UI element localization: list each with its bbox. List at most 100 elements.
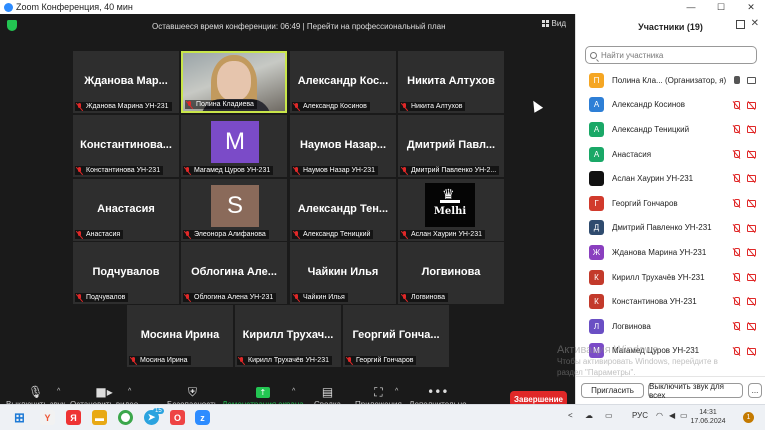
tray-chevron-icon[interactable]: <	[568, 411, 573, 420]
participant-video-tile[interactable]: Александр Кос... Александр Косинов	[290, 51, 396, 113]
participant-video-tile[interactable]: Жданова Мар... Жданова Марина УН-231	[73, 51, 179, 113]
video-off-icon[interactable]	[747, 224, 756, 232]
muted-mic-icon[interactable]	[733, 272, 740, 282]
participant-tile-name: Александр Тен...	[297, 203, 389, 215]
video-off-icon[interactable]	[747, 249, 756, 257]
participant-avatar: Д	[589, 220, 604, 236]
participant-list-item[interactable]: А Александр Теницкий	[576, 117, 765, 142]
system-clock[interactable]: 14:31 17.06.2024	[690, 408, 726, 426]
participant-tile-name: Наумов Назар...	[299, 139, 387, 151]
popout-icon[interactable]	[736, 20, 745, 29]
participant-list-item[interactable]: К Кирилл Трухачёв УН-231	[576, 265, 765, 290]
mute-all-button[interactable]: Выключить звук для всех	[648, 382, 743, 400]
muted-mic-icon[interactable]	[733, 346, 740, 356]
notification-count-badge[interactable]: 1	[743, 412, 754, 423]
participant-list-item[interactable]: Л Логвинова	[576, 314, 765, 339]
muted-mic-icon	[238, 356, 245, 365]
participant-video-tile[interactable]: Полина Кладиева	[181, 51, 287, 113]
participant-video-tile[interactable]: Анастасия Анастасия	[73, 179, 179, 241]
participant-tile-label: Аслан Хаурин УН-231	[400, 230, 485, 239]
wifi-icon[interactable]: ◠	[656, 411, 663, 420]
participant-video-tile[interactable]: S Элеонора Алифанова	[181, 179, 287, 241]
view-label: Вид	[551, 19, 566, 28]
muted-mic-icon[interactable]	[733, 297, 740, 306]
panel-close-icon[interactable]: ✕	[751, 18, 759, 29]
zoom-taskbar-icon[interactable]: z	[195, 410, 210, 425]
onedrive-icon[interactable]: ☁	[585, 411, 593, 420]
muted-mic-icon[interactable]	[733, 125, 740, 134]
participant-list-item[interactable]: Аслан Хаурин УН-231	[576, 166, 765, 191]
muted-mic-icon[interactable]	[733, 100, 740, 110]
muted-mic-icon[interactable]	[733, 149, 740, 159]
yandex-browser-icon[interactable]: Y	[40, 410, 55, 425]
muted-mic-icon[interactable]	[733, 321, 740, 331]
video-off-icon[interactable]	[747, 101, 756, 109]
participant-video-tile[interactable]: Мосина Ирина Мосина Ирина	[127, 305, 233, 367]
participant-list-item[interactable]: Ж Жданова Марина УН-231	[576, 240, 765, 265]
muted-mic-icon[interactable]	[733, 198, 740, 208]
invite-button[interactable]: Пригласить	[581, 383, 644, 398]
participant-video-tile[interactable]: Александр Тен... Александр Теницкий	[290, 179, 396, 241]
participant-name: Георгий Гончаров	[612, 198, 678, 208]
muted-mic-icon	[186, 100, 193, 109]
share-options-chevron-icon[interactable]: ^	[292, 388, 295, 395]
video-camera-icon[interactable]	[747, 77, 756, 84]
keyboard-language[interactable]: РУС	[632, 411, 648, 420]
close-button[interactable]: ✕	[736, 0, 765, 14]
participant-list-item[interactable]: К Константинова УН-231	[576, 289, 765, 314]
audio-options-chevron-icon[interactable]: ^	[57, 388, 60, 395]
participant-video-tile[interactable]: Георгий Гонча... Георгий Гончаров	[343, 305, 449, 367]
meeting-area: Оставшееся время конференции: 06:49 | Пе…	[0, 14, 575, 418]
participant-video-tile[interactable]: M Магамед Цуров УН-231	[181, 115, 287, 177]
participant-video-tile[interactable]: Melhi Аслан Хаурин УН-231	[398, 179, 504, 241]
minimize-button[interactable]: —	[676, 0, 706, 14]
participant-list-item[interactable]: Д Дмитрий Павленко УН-231	[576, 216, 765, 241]
microphone-icon[interactable]	[733, 76, 740, 85]
video-off-icon[interactable]	[747, 175, 756, 183]
file-explorer-icon[interactable]: ▬	[92, 410, 107, 425]
muted-mic-icon[interactable]	[733, 223, 740, 233]
volume-icon[interactable]: ◀︎	[669, 411, 675, 420]
video-off-icon[interactable]	[747, 126, 756, 134]
video-off-icon[interactable]	[747, 347, 756, 355]
display-icon[interactable]: ▭	[605, 411, 613, 420]
apps-options-chevron-icon[interactable]: ^	[395, 388, 398, 395]
video-off-icon[interactable]	[747, 150, 756, 158]
clock-time: 14:31	[699, 409, 717, 416]
chrome-icon[interactable]	[118, 410, 133, 425]
participant-video-tile[interactable]: Чайкин Илья Чайкин Илья	[290, 242, 396, 304]
participant-video-tile[interactable]: Логвинова Логвинова	[398, 242, 504, 304]
participant-video-tile[interactable]: Дмитрий Павл... Дмитрий Павленко УН-2...	[398, 115, 504, 177]
battery-icon[interactable]: ▭	[680, 411, 688, 420]
muted-mic-icon[interactable]	[733, 174, 740, 183]
participant-video-tile[interactable]: Константинова... Константинова УН-231	[73, 115, 179, 177]
view-button[interactable]: Вид	[541, 19, 566, 28]
participant-list-item[interactable]: Г Георгий Гончаров	[576, 191, 765, 216]
participant-video-tile[interactable]: Подчувалов Подчувалов	[73, 242, 179, 304]
participant-video-tile[interactable]: Облогина Але... Облогина Алена УН-231	[181, 242, 287, 304]
windows-start-icon[interactable]: ⊞	[12, 410, 27, 425]
share-screen-icon: ↑	[255, 384, 270, 400]
participant-name-group: Александр Теницкий	[612, 125, 689, 134]
video-options-chevron-icon[interactable]: ^	[128, 388, 131, 395]
participant-list-item[interactable]: А Анастасия	[576, 142, 765, 167]
participant-video-tile[interactable]: Никита Алтухов Никита Алтухов	[398, 51, 504, 113]
participant-video-tile[interactable]: Наумов Назар... Наумов Назар УН-231	[290, 115, 396, 177]
participant-video-tile[interactable]: Кирилл Трухач... Кирилл Трухачёв УН-231	[235, 305, 341, 367]
participant-list-item[interactable]: П Полина Кла... (Организатор, я)	[576, 68, 765, 93]
opera-icon[interactable]: O	[170, 410, 185, 425]
video-off-icon[interactable]	[747, 322, 756, 330]
participant-list: П Полина Кла... (Организатор, я) А Александ…	[576, 68, 765, 363]
participant-list-item[interactable]: А Александр Косинов	[576, 93, 765, 118]
time-remaining-notice[interactable]: Оставшееся время конференции: 06:49 | Пе…	[152, 18, 446, 34]
participant-search-input[interactable]: Найти участника	[585, 46, 757, 64]
panel-more-button[interactable]: ...	[748, 383, 762, 398]
yandex-icon[interactable]: Я	[66, 410, 81, 425]
encryption-shield-icon[interactable]	[7, 20, 17, 31]
muted-mic-icon[interactable]	[733, 248, 740, 257]
video-off-icon[interactable]	[747, 273, 756, 281]
video-off-icon[interactable]	[747, 199, 756, 207]
participant-avatar: S	[211, 185, 259, 227]
maximize-button[interactable]: ☐	[706, 0, 736, 14]
video-off-icon[interactable]	[747, 298, 756, 306]
